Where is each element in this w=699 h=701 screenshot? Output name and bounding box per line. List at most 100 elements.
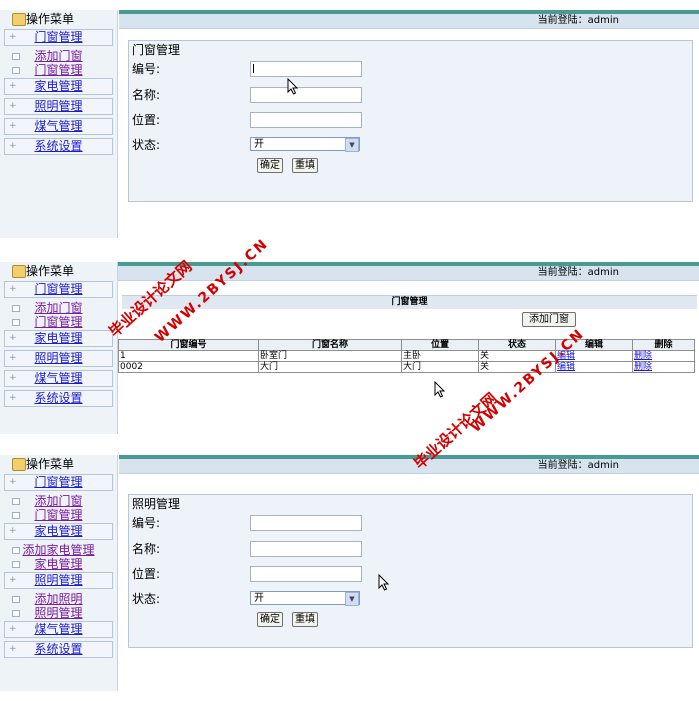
- chevron-down-icon[interactable]: ▼: [345, 138, 359, 152]
- label-name: 名称:: [132, 88, 161, 102]
- column-header: 门窗编号: [118, 339, 259, 351]
- folder-icon: f: [12, 13, 26, 26]
- sidebar-item-label: 门窗管理: [34, 315, 83, 329]
- sidebar-item-label: 照明管理: [34, 99, 83, 113]
- sidebar-item-label: 系统设置: [34, 391, 83, 405]
- box-icon: b: [12, 610, 20, 617]
- cell-number: 1: [118, 350, 259, 362]
- confirm-button[interactable]: 确定: [257, 612, 283, 627]
- name-input[interactable]: [250, 541, 362, 557]
- plus-icon: +: [9, 32, 17, 42]
- column-header: 状态: [478, 339, 556, 351]
- number-input[interactable]: [250, 61, 362, 77]
- main-content: 当前登陆：admin 照明管理 编号: 名称: 位置: 状态: 开 ▼ 确定 重填: [119, 455, 699, 691]
- location-input[interactable]: [250, 112, 362, 128]
- location-input[interactable]: [250, 566, 362, 582]
- label-name: 名称:: [132, 542, 161, 556]
- reset-button[interactable]: 重填: [292, 158, 318, 173]
- delete-link[interactable]: 删除: [632, 361, 695, 373]
- panel-light-form: f操作菜单 +门窗管理 b添加门窗 b门窗管理 +家电管理 b添加家电管理 b家…: [0, 455, 699, 691]
- sidebar-item-gas[interactable]: + 煤气管理: [4, 621, 113, 638]
- sidebar-item-label: 添加门窗: [34, 494, 83, 508]
- panel-door-list: f操作菜单 + 门窗管理 b 添加门窗 b 门窗管理 + 家电管理 + 照明管理 + 煤气管…: [0, 262, 699, 434]
- sidebar-item-system[interactable]: + 系统设置: [4, 138, 113, 155]
- sidebar-item-lighting[interactable]: + 照明管理: [4, 98, 113, 115]
- sidebar-item-label: 门窗管理: [34, 475, 83, 489]
- chevron-down-icon[interactable]: ▼: [345, 592, 359, 606]
- sidebar-item-label: 照明管理: [34, 606, 83, 620]
- sidebar-title-text: 操作菜单: [26, 457, 75, 471]
- mouse-cursor-icon: [287, 78, 299, 95]
- cell-name: 卧室门: [258, 350, 402, 362]
- plus-icon: +: [9, 477, 17, 487]
- sidebar-title-text: 操作菜单: [26, 12, 75, 26]
- sidebar-item-light-manage[interactable]: b 照明管理: [4, 606, 113, 620]
- sidebar-item-appliance-manage[interactable]: b 家电管理: [4, 557, 113, 571]
- box-icon: b: [12, 319, 20, 326]
- sidebar-item-door-manage[interactable]: b 门窗管理: [4, 508, 113, 522]
- sidebar-item-gas[interactable]: + 煤气管理: [4, 370, 113, 387]
- main-content: 当前登陆：admin 门窗管理 编号: 名称: 位置: 状态: 开 ▼ 确定 重填: [119, 10, 699, 238]
- sidebar-item-label: 添加家电管理: [22, 543, 95, 557]
- sidebar-item-lighting[interactable]: + 照明管理: [4, 350, 113, 367]
- sidebar-item-door[interactable]: + 门窗管理: [4, 474, 113, 491]
- sidebar: f操作菜单 +门窗管理 b添加门窗 b门窗管理 +家电管理 b添加家电管理 b家…: [0, 455, 118, 691]
- box-icon: b: [12, 547, 20, 554]
- sidebar-item-label: 家电管理: [34, 524, 83, 538]
- label-location: 位置:: [132, 113, 161, 127]
- sidebar-item-label: 添加照明: [34, 592, 83, 606]
- folder-icon: f: [12, 265, 26, 278]
- delete-link[interactable]: 删除: [632, 350, 695, 362]
- login-info-bar: 当前登陆：admin: [119, 459, 699, 474]
- add-door-button[interactable]: 添加门窗: [522, 312, 576, 327]
- sidebar-title: f操作菜单: [0, 455, 117, 473]
- sidebar-item-lighting[interactable]: + 照明管理: [4, 572, 113, 589]
- table-header-row: 门窗编号 门窗名称 位置 状态 编辑 删除: [118, 339, 695, 351]
- label-location: 位置:: [132, 567, 161, 581]
- sidebar-item-label: 煤气管理: [34, 119, 83, 133]
- sidebar-item-door-manage[interactable]: b 门窗管理: [4, 63, 113, 77]
- text-caret: [253, 64, 254, 73]
- sidebar: f操作菜单 + 门窗管理 b 添加门窗 b 门窗管理 + 家电管理 + 照明管理 + 煤气管…: [0, 262, 118, 434]
- sidebar-item-add-light[interactable]: b 添加照明: [4, 592, 113, 606]
- sidebar-item-label: 系统设置: [34, 642, 83, 656]
- sidebar-item-door[interactable]: + 门窗管理: [4, 281, 113, 298]
- box-icon: b: [12, 53, 20, 60]
- sidebar: f操作菜单 + 门窗管理 b 添加门窗 b 门窗管理 + 家电管理 + 照明管理 + 煤气管…: [0, 10, 118, 238]
- form-title: 门窗管理: [132, 43, 181, 57]
- label-number: 编号:: [132, 62, 161, 76]
- light-form: 照明管理 编号: 名称: 位置: 状态: 开 ▼ 确定 重填: [128, 494, 693, 648]
- sidebar-item-appliance[interactable]: + 家电管理: [4, 78, 113, 95]
- sidebar-item-add-door[interactable]: b 添加门窗: [4, 494, 113, 508]
- sidebar-item-door[interactable]: + 门窗管理: [4, 29, 113, 46]
- column-header: 门窗名称: [258, 339, 402, 351]
- login-status: 当前登陆：admin: [537, 267, 619, 278]
- reset-button[interactable]: 重填: [292, 612, 318, 627]
- box-icon: b: [12, 305, 20, 312]
- sidebar-item-label: 家电管理: [34, 79, 83, 93]
- sidebar-item-appliance[interactable]: + 家电管理: [4, 523, 113, 540]
- cell-location: 主卧: [401, 350, 479, 362]
- cell-location: 大门: [401, 361, 479, 373]
- sidebar-item-system[interactable]: + 系统设置: [4, 641, 113, 658]
- sidebar-item-appliance[interactable]: + 家电管理: [4, 330, 113, 347]
- edit-link[interactable]: 编辑: [555, 361, 633, 373]
- state-select[interactable]: 开 ▼: [250, 137, 360, 152]
- cell-number: 0002: [118, 361, 259, 373]
- sidebar-item-label: 煤气管理: [34, 622, 83, 636]
- box-icon: b: [12, 498, 20, 505]
- sidebar-item-door-manage[interactable]: b 门窗管理: [4, 315, 113, 329]
- state-select[interactable]: 开 ▼: [250, 591, 360, 606]
- label-state: 状态:: [132, 592, 161, 606]
- sidebar-item-gas[interactable]: + 煤气管理: [4, 118, 113, 135]
- sidebar-item-label: 门窗管理: [34, 63, 83, 77]
- number-input[interactable]: [250, 515, 362, 531]
- sidebar-item-add-appliance[interactable]: b添加家电管理: [4, 543, 113, 557]
- sidebar-item-label: 煤气管理: [34, 371, 83, 385]
- sidebar-item-add-door[interactable]: b 添加门窗: [4, 301, 113, 315]
- confirm-button[interactable]: 确定: [257, 158, 283, 173]
- box-icon: b: [12, 512, 20, 519]
- sidebar-item-add-door[interactable]: b 添加门窗: [4, 49, 113, 63]
- name-input[interactable]: [250, 87, 362, 103]
- sidebar-item-system[interactable]: + 系统设置: [4, 390, 113, 407]
